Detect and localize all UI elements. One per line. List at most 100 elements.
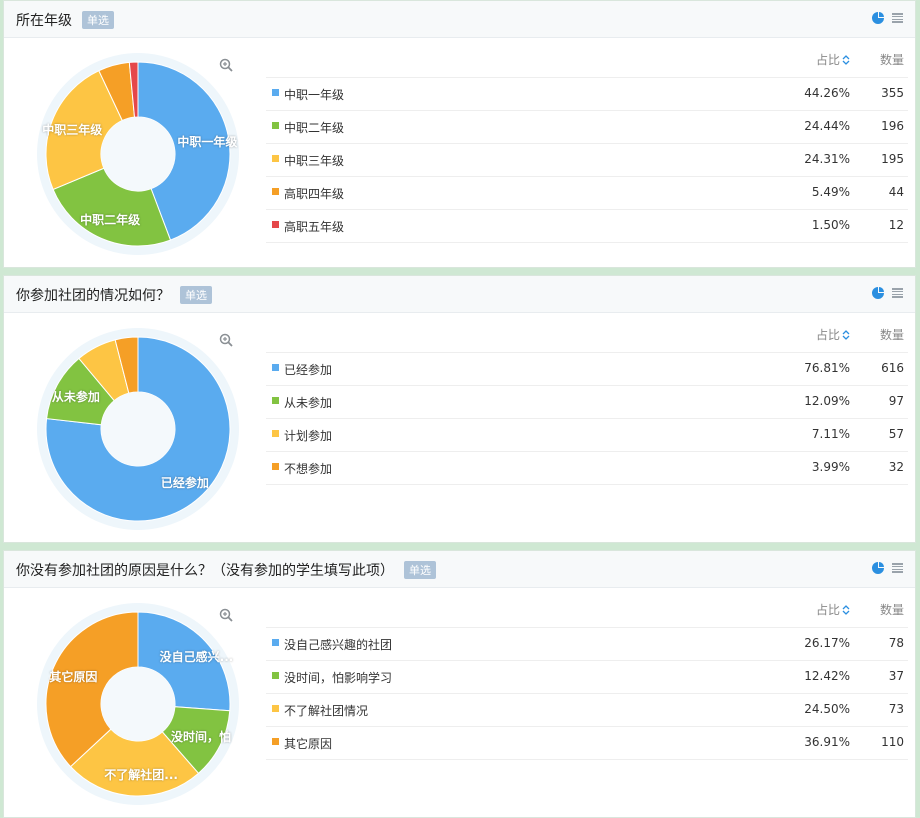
slice-label: 从未参加 (51, 389, 100, 404)
slice-label: 中职一年级 (177, 135, 238, 150)
option-count: 12 (888, 218, 904, 232)
single-choice-tag: 单选 (180, 286, 212, 304)
option-count: 355 (881, 86, 904, 100)
zoom-in-icon[interactable] (219, 58, 233, 72)
option-label: 高职五年级 (284, 220, 345, 234)
slice-label: 已经参加 (160, 475, 209, 490)
sort-icon (842, 55, 850, 65)
table-header: 占比 数量 (266, 593, 908, 627)
option-label: 不想参加 (284, 462, 333, 476)
option-count: 616 (881, 361, 904, 375)
slice-label: 不了解社团... (104, 768, 178, 783)
option-count: 44 (888, 185, 904, 199)
option-count: 73 (888, 702, 904, 716)
legend-swatch (272, 122, 279, 129)
option-label: 从未参加 (284, 396, 333, 410)
option-count: 57 (888, 427, 904, 441)
option-label: 中职二年级 (284, 121, 345, 135)
table-row: 不想参加 3.99% 32 (266, 451, 908, 485)
result-table: 占比 数量 没自己感兴趣的社团 26.17% 78 没时间，怕影响学习 12.42% 37… (266, 593, 908, 760)
table-row: 中职二年级 24.44% 196 (266, 110, 908, 143)
slice-label: 中职三年级 (42, 122, 103, 137)
option-percent: 26.17% (804, 636, 850, 650)
question-title: 所在年级 单选 (16, 10, 114, 30)
option-label: 中职三年级 (284, 154, 345, 168)
count-header: 数量 (879, 328, 904, 342)
zoom-in-icon[interactable] (219, 608, 233, 622)
table-row: 中职一年级 44.26% 355 (266, 77, 908, 110)
list-view-icon[interactable] (892, 13, 903, 23)
option-percent: 7.11% (811, 427, 850, 441)
option-percent: 44.26% (804, 86, 850, 100)
option-percent: 12.42% (804, 669, 850, 683)
single-choice-tag: 单选 (82, 11, 114, 29)
option-percent: 12.09% (804, 394, 850, 408)
legend-swatch (272, 639, 279, 646)
legend-swatch (272, 89, 279, 96)
table-row: 没自己感兴趣的社团 26.17% 78 (266, 627, 908, 660)
question-card-grade: 所在年级 单选 中职一年级 中职二年级 中职三年级 占比 数量 中职一年级 44.26%… (3, 0, 916, 268)
single-choice-tag: 单选 (404, 561, 436, 579)
sort-by-percent[interactable]: 占比 (816, 326, 850, 343)
legend-swatch (272, 430, 279, 437)
table-row: 计划参加 7.11% 57 (266, 418, 908, 451)
option-label: 高职四年级 (284, 187, 345, 201)
question-title: 你参加社团的情况如何？ 单选 (16, 285, 212, 305)
card-header: 你没有参加社团的原因是什么？（没有参加的学生填写此项） 单选 (4, 551, 915, 588)
option-count: 195 (881, 152, 904, 166)
count-header: 数量 (879, 603, 904, 617)
option-count: 32 (888, 460, 904, 474)
legend-swatch (272, 738, 279, 745)
question-card-no-join-reason: 你没有参加社团的原因是什么？（没有参加的学生填写此项） 单选 没自己感兴... 没时… (3, 550, 916, 818)
pie-chart-icon[interactable] (872, 562, 884, 574)
table-row: 中职三年级 24.31% 195 (266, 143, 908, 176)
option-count: 78 (888, 636, 904, 650)
table-row: 已经参加 76.81% 616 (266, 352, 908, 385)
legend-swatch (272, 155, 279, 162)
sort-by-percent[interactable]: 占比 (816, 51, 850, 68)
donut-hole (101, 117, 175, 191)
option-percent: 76.81% (804, 361, 850, 375)
table-header: 占比 数量 (266, 318, 908, 352)
option-label: 中职一年级 (284, 88, 345, 102)
option-label: 不了解社团情况 (284, 704, 369, 718)
slice-label: 中职二年级 (80, 212, 141, 227)
slice-label: 没自己感兴... (159, 650, 234, 664)
legend-swatch (272, 705, 279, 712)
table-row: 从未参加 12.09% 97 (266, 385, 908, 418)
sort-icon (842, 330, 850, 340)
option-percent: 1.50% (811, 218, 850, 232)
legend-swatch (272, 463, 279, 470)
option-label: 没时间，怕影响学习 (284, 671, 393, 685)
card-header: 所在年级 单选 (4, 1, 915, 38)
pie-chart-icon[interactable] (872, 287, 884, 299)
option-percent: 24.44% (804, 119, 850, 133)
result-table: 占比 数量 中职一年级 44.26% 355 中职二年级 24.44% 196 中职三年级 2… (266, 43, 908, 243)
slice-label: 没时间，怕 (171, 729, 232, 744)
table-row: 高职四年级 5.49% 44 (266, 176, 908, 209)
legend-swatch (272, 364, 279, 371)
donut-hole (101, 667, 175, 741)
option-percent: 24.50% (804, 702, 850, 716)
option-label: 其它原因 (284, 737, 333, 751)
slice-label: 其它原因 (49, 669, 98, 684)
legend-swatch (272, 188, 279, 195)
question-title: 你没有参加社团的原因是什么？（没有参加的学生填写此项） 单选 (16, 560, 436, 580)
pie-chart-icon[interactable] (872, 12, 884, 24)
option-count: 196 (881, 119, 904, 133)
list-view-icon[interactable] (892, 563, 903, 573)
option-percent: 24.31% (804, 152, 850, 166)
result-table: 占比 数量 已经参加 76.81% 616 从未参加 12.09% 97 计划参加 7.11%… (266, 318, 908, 485)
option-label: 计划参加 (284, 429, 333, 443)
donut-chart (37, 328, 239, 530)
count-header: 数量 (879, 53, 904, 67)
zoom-in-icon[interactable] (219, 333, 233, 347)
list-view-icon[interactable] (892, 288, 903, 298)
sort-by-percent[interactable]: 占比 (816, 601, 850, 618)
table-row: 不了解社团情况 24.50% 73 (266, 693, 908, 726)
legend-swatch (272, 672, 279, 679)
donut-hole (101, 392, 175, 466)
option-count: 110 (881, 735, 904, 749)
legend-swatch (272, 221, 279, 228)
option-percent: 3.99% (811, 460, 850, 474)
